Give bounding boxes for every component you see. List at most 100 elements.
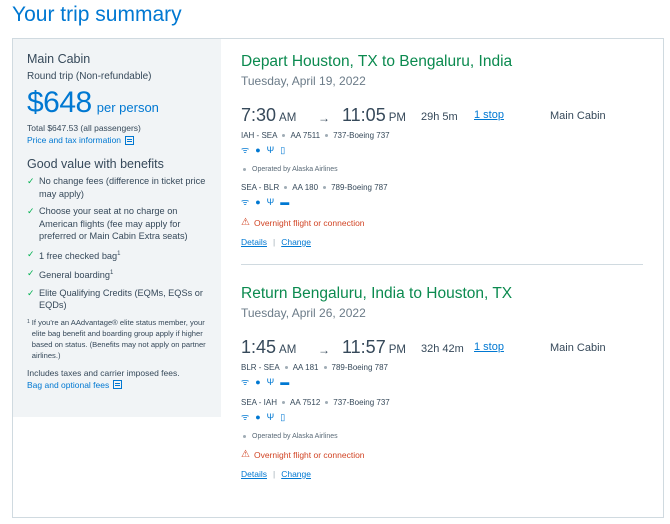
benefit-item: ✓ Choose your seat at no charge on Americ… [27, 205, 209, 243]
arrow-right-icon: → [318, 111, 330, 125]
overnight-text: Overnight flight or connection [253, 217, 365, 228]
arrow-right-icon: → [318, 343, 330, 357]
segment-info: BLR - SEA AA 181 789-Boeing 787 [241, 363, 641, 372]
entertainment-icon: ▯ [280, 145, 286, 155]
segment-aircraft: 789-Boeing 787 [331, 183, 388, 192]
slice-title: Return Bengaluru, India to Houston, TX [241, 285, 513, 302]
footnote-mark: 1 [117, 250, 121, 257]
details-link[interactable]: Details [241, 469, 267, 479]
trip-summary-card: Main Cabin Round trip (Non-refundable) $… [12, 38, 664, 518]
return-slice: Return Bengaluru, India to Houston, TX T… [241, 265, 641, 479]
departure-time: 1:45 AM [241, 337, 296, 358]
benefit-text: 1 free checked bag [39, 250, 118, 261]
benefit-item: ✓ No change fees (difference in ticket pr… [27, 175, 209, 200]
arrival-time-value: 11:05 [342, 105, 386, 125]
arrival-time-value: 11:57 [342, 337, 386, 357]
price-tax-link-label: Price and tax information [27, 135, 122, 145]
details-link[interactable]: Details [241, 237, 267, 247]
cabin-label: Main Cabin [550, 342, 606, 354]
cabin-title: Main Cabin [27, 52, 91, 66]
slice-actions: Details | Change [241, 237, 641, 247]
check-icon: ✓ [27, 287, 35, 298]
footnote-text: If you're an AAdvantage® elite status me… [31, 317, 206, 360]
departure-time-value: 7:30 [241, 105, 277, 125]
stops-link[interactable]: 1 stop [474, 341, 504, 353]
document-icon [113, 380, 123, 390]
price-tax-link[interactable]: Price and tax information [27, 135, 209, 145]
segment-aircraft: 789-Boeing 787 [331, 363, 389, 372]
warning-icon: ⚠ [241, 217, 250, 228]
separator-dot [282, 134, 286, 137]
benefits-title: Good value with benefits [27, 157, 164, 171]
benefit-text: No change fees (difference in ticket pri… [39, 176, 206, 199]
itinerary: Depart Houston, TX to Bengaluru, India T… [241, 39, 643, 479]
segment-info: IAH - SEA AA 7511 737-Boeing 737 [241, 131, 641, 140]
departure-ampm: AM [279, 344, 297, 356]
footnote-mark: 1 [27, 318, 30, 325]
segment-route: IAH - SEA [241, 131, 278, 140]
entertainment-icon: ▬ [280, 377, 290, 387]
usb-icon: Ψ [266, 145, 275, 155]
document-icon [125, 135, 135, 145]
duration: 29h 5m [421, 111, 458, 123]
segment-flight: AA 181 [292, 363, 319, 372]
segment-route: BLR - SEA [241, 363, 280, 372]
segment-flight: AA 7511 [290, 131, 321, 140]
power-icon: ● [255, 377, 261, 387]
slice-title: Depart Houston, TX to Bengaluru, India [241, 53, 513, 70]
segment-route: SEA - BLR [241, 183, 280, 192]
benefit-text: General boarding [39, 270, 110, 281]
usb-icon: Ψ [266, 412, 275, 422]
operated-by-text: Operated by Alaska Airlines [252, 433, 338, 440]
duration: 32h 42m [421, 343, 464, 355]
wifi-icon: ᯤ [241, 197, 250, 207]
check-icon: ✓ [27, 206, 35, 216]
link-separator: | [272, 237, 276, 247]
separator-dot [243, 168, 246, 171]
benefit-item: ✓ General boarding1 [27, 267, 209, 282]
slice-actions: Details | Change [241, 469, 641, 479]
slice-date: Tuesday, April 26, 2022 [241, 306, 366, 320]
operated-by-text: Operated by Alaska Airlines [252, 166, 338, 173]
separator-dot [323, 366, 327, 369]
amenities: ᯤ ● Ψ ▯ [241, 412, 641, 423]
check-icon: ✓ [27, 248, 35, 259]
wifi-icon: ᯤ [241, 412, 250, 422]
separator-dot [282, 401, 286, 404]
total-price: Total $647.53 (all passengers) [27, 123, 141, 133]
overnight-warning: ⚠ Overnight flight or connection [241, 449, 641, 460]
operated-by: Operated by Alaska Airlines [241, 433, 641, 440]
segment-flight: AA 7512 [290, 398, 321, 407]
separator-dot [325, 134, 329, 137]
departure-time-value: 1:45 [241, 337, 277, 357]
time-row: 7:30 AM → 11:05 PM 29h 5m 1 stop Main Cabi… [241, 105, 641, 127]
segment-flight: AA 180 [292, 183, 319, 192]
bag-fees-link[interactable]: Bag and optional fees [27, 380, 209, 390]
includes-taxes: Includes taxes and carrier imposed fees. [27, 367, 180, 378]
separator-dot [325, 401, 329, 404]
amenities: ᯤ ● Ψ ▬ [241, 197, 641, 208]
slice-date: Tuesday, April 19, 2022 [241, 74, 366, 88]
power-icon: ● [255, 412, 261, 422]
page-title: Your trip summary [12, 3, 182, 26]
separator-dot [284, 366, 288, 369]
usb-icon: Ψ [266, 197, 275, 207]
change-link[interactable]: Change [281, 237, 311, 247]
price-row: $648 per person [27, 86, 209, 120]
overnight-text: Overnight flight or connection [253, 449, 365, 460]
separator-dot [323, 186, 327, 189]
segment-info: SEA - IAH AA 7512 737-Boeing 737 [241, 398, 641, 407]
arrival-time: 11:57 PM [342, 337, 406, 358]
stops-link[interactable]: 1 stop [474, 109, 504, 121]
change-link[interactable]: Change [281, 469, 311, 479]
benefit-item: ✓ Elite Qualifying Credits (EQMs, EQSs or… [27, 287, 209, 312]
benefit-item: ✓ 1 free checked bag1 [27, 248, 209, 263]
benefits-list: ✓ No change fees (difference in ticket pr… [27, 175, 209, 312]
operated-by: Operated by Alaska Airlines [241, 166, 641, 173]
amenities: ᯤ ● Ψ ▯ [241, 145, 641, 156]
per-person-label: per person [96, 100, 159, 115]
entertainment-icon: ▯ [280, 412, 286, 422]
arrival-ampm: PM [388, 112, 406, 124]
footnote: 1 If you're an AAdvantage® elite status … [27, 317, 209, 361]
segment-aircraft: 737-Boeing 737 [333, 131, 390, 140]
